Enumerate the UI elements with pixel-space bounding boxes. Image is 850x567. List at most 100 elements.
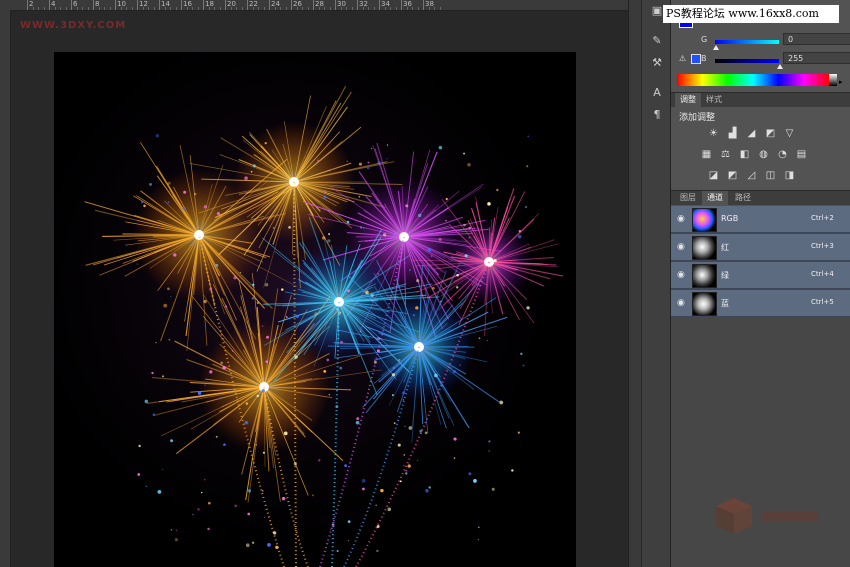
spark: [288, 226, 291, 229]
ruler-minor-tick: [131, 7, 133, 10]
brush-icon[interactable]: ✎: [650, 34, 664, 48]
spark: [277, 184, 279, 186]
lookup-icon[interactable]: ▤: [795, 149, 808, 160]
tool-presets-icon[interactable]: ⚒: [650, 56, 664, 70]
gradient-map-icon[interactable]: ◫: [764, 170, 777, 181]
visibility-eye-icon[interactable]: ◉: [677, 271, 685, 280]
spark: [272, 531, 277, 535]
tab-styles[interactable]: 样式: [701, 93, 727, 107]
selective-color-icon[interactable]: ◨: [783, 170, 796, 181]
visibility-eye-icon[interactable]: ◉: [677, 215, 685, 224]
posterize-icon[interactable]: ◩: [726, 170, 739, 181]
visibility-eye-icon[interactable]: ◉: [677, 243, 685, 252]
tab-channels[interactable]: 通道: [702, 191, 728, 205]
spark: [255, 444, 257, 446]
panel-menu-icon[interactable]: ▸: [839, 78, 845, 86]
exposure-icon[interactable]: ◩: [764, 128, 777, 139]
spark: [358, 195, 361, 198]
site-watermark: WWW.3DXY.COM: [20, 20, 127, 31]
tab-paths[interactable]: 路径: [730, 191, 756, 205]
spark: [318, 459, 321, 462]
brightness-icon[interactable]: ☀: [707, 128, 720, 139]
character-icon[interactable]: A: [650, 86, 664, 100]
document-canvas[interactable]: [54, 52, 576, 567]
color-mode-icon[interactable]: ⚠: [679, 54, 686, 63]
balance-icon[interactable]: ⚖: [719, 149, 732, 160]
channel-row-rgb[interactable]: ◉ RGB Ctrl+2: [671, 206, 850, 233]
channel-row-green[interactable]: ◉ 绿 Ctrl+4: [671, 262, 850, 289]
spark: [463, 152, 465, 155]
ruler-minor-tick: [340, 7, 342, 10]
spark: [355, 420, 360, 425]
color-spectrum-bar[interactable]: [677, 74, 829, 86]
spark: [456, 273, 459, 277]
g-gradient[interactable]: [715, 40, 779, 44]
spark: [438, 145, 443, 150]
document-scrollbar[interactable]: [628, 0, 641, 567]
spark: [517, 431, 520, 434]
spark: [468, 236, 471, 239]
threshold-icon[interactable]: ◿: [745, 170, 758, 181]
spark: [527, 135, 529, 138]
slider-b[interactable]: ⚠ B 255: [679, 52, 850, 69]
slider-g[interactable]: G 0: [701, 33, 850, 50]
triangle-icon[interactable]: ▽: [783, 128, 796, 139]
tab-adjustments[interactable]: 调整: [675, 93, 701, 107]
black-white-ramp[interactable]: [829, 74, 837, 86]
channel-name: 红: [721, 243, 729, 252]
spark: [220, 361, 224, 365]
spark: [327, 239, 331, 243]
spark: [464, 254, 468, 258]
spark: [167, 201, 170, 204]
mixer-icon[interactable]: ◔: [776, 149, 789, 160]
ruler-minor-tick: [65, 7, 67, 10]
spark: [496, 188, 499, 192]
spark: [473, 479, 477, 483]
spark: [377, 337, 381, 341]
bw-icon[interactable]: ◧: [738, 149, 751, 160]
spark: [491, 487, 495, 491]
paragraph-icon[interactable]: ¶: [650, 108, 664, 122]
channel-row-blue[interactable]: ◉ 蓝 Ctrl+5: [671, 290, 850, 317]
curves-icon[interactable]: ◢: [745, 128, 758, 139]
b-gradient[interactable]: [715, 59, 779, 63]
spark: [493, 259, 497, 263]
spark: [261, 325, 264, 327]
g-slider-handle[interactable]: [713, 45, 719, 50]
spark: [324, 190, 327, 193]
b-slider-handle[interactable]: [777, 64, 783, 69]
vibrance-icon[interactable]: ▦: [700, 149, 713, 160]
spark: [328, 393, 331, 396]
spark: [402, 398, 405, 401]
spark: [215, 263, 219, 267]
ruler-minor-tick: [60, 7, 61, 10]
g-value-field[interactable]: 0: [783, 33, 850, 45]
tab-layers[interactable]: 图层: [675, 191, 701, 205]
visibility-eye-icon[interactable]: ◉: [677, 299, 685, 308]
spark: [358, 162, 362, 166]
spark: [346, 220, 350, 224]
spark: [167, 181, 171, 185]
spark: [250, 170, 253, 173]
levels-icon[interactable]: ▟: [726, 128, 739, 139]
invert-icon[interactable]: ◪: [707, 170, 720, 181]
channel-row-red[interactable]: ◉ 红 Ctrl+3: [671, 234, 850, 261]
history-icon[interactable]: ▣: [650, 4, 664, 18]
ruler-minor-tick: [38, 7, 39, 10]
spark: [168, 338, 171, 341]
spark: [526, 306, 530, 310]
web-color-swatch[interactable]: [691, 54, 701, 64]
photo-filter-icon[interactable]: ◍: [757, 149, 770, 160]
spark: [151, 371, 154, 375]
spark: [197, 391, 202, 395]
spark: [456, 286, 459, 289]
ruler-minor-tick: [148, 7, 149, 10]
spark: [174, 538, 178, 542]
spark: [362, 487, 365, 491]
ruler-minor-tick: [285, 7, 287, 10]
vertical-ruler: [0, 10, 11, 567]
b-value-field[interactable]: 255: [783, 52, 850, 64]
spark: [137, 473, 141, 476]
ruler-minor-tick: [362, 7, 364, 10]
spark: [477, 538, 480, 541]
